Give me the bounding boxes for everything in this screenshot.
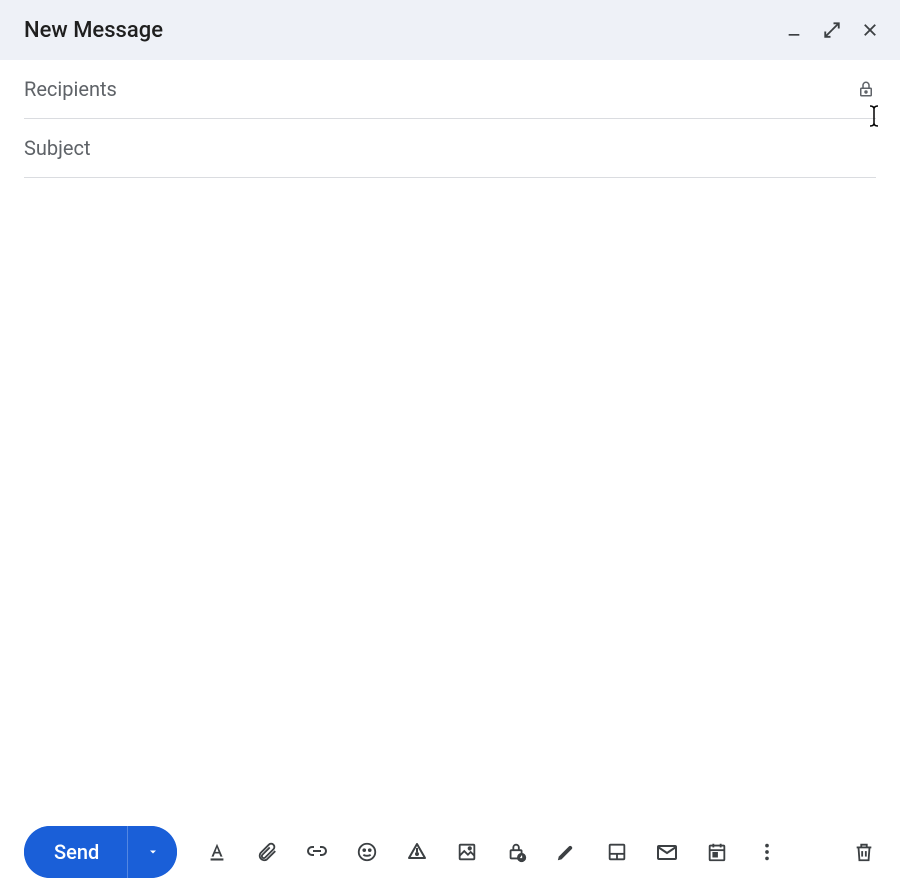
window-controls: [784, 20, 880, 40]
body-textarea[interactable]: [24, 196, 876, 794]
expand-icon[interactable]: [822, 20, 842, 40]
window-title: New Message: [24, 18, 163, 43]
trash-icon[interactable]: [852, 840, 876, 864]
compose-fields: [0, 60, 900, 178]
close-icon[interactable]: [860, 20, 880, 40]
recipients-row: [24, 60, 876, 119]
drive-icon[interactable]: [405, 840, 429, 864]
attach-icon[interactable]: [255, 840, 279, 864]
link-icon[interactable]: [305, 840, 329, 864]
lock-icon[interactable]: [856, 79, 876, 99]
minimize-icon[interactable]: [784, 20, 804, 40]
toolbar-right: [852, 840, 876, 864]
image-icon[interactable]: [455, 840, 479, 864]
more-options-icon[interactable]: [755, 840, 779, 864]
text-format-icon[interactable]: [205, 840, 229, 864]
body-area: [0, 178, 900, 812]
calendar-icon[interactable]: [705, 840, 729, 864]
send-button[interactable]: Send: [24, 826, 127, 878]
layout-icon[interactable]: [605, 840, 629, 864]
send-button-group: Send: [24, 826, 177, 878]
recipients-input[interactable]: [24, 77, 856, 101]
signature-icon[interactable]: [555, 840, 579, 864]
compose-header: New Message: [0, 0, 900, 60]
mail-icon[interactable]: [655, 840, 679, 864]
emoji-icon[interactable]: [355, 840, 379, 864]
formatting-toolbar: [205, 840, 852, 864]
confidential-icon[interactable]: [505, 840, 529, 864]
compose-footer: Send: [0, 812, 900, 892]
subject-input[interactable]: [24, 136, 876, 160]
subject-row: [24, 119, 876, 178]
send-options-dropdown[interactable]: [127, 826, 177, 878]
